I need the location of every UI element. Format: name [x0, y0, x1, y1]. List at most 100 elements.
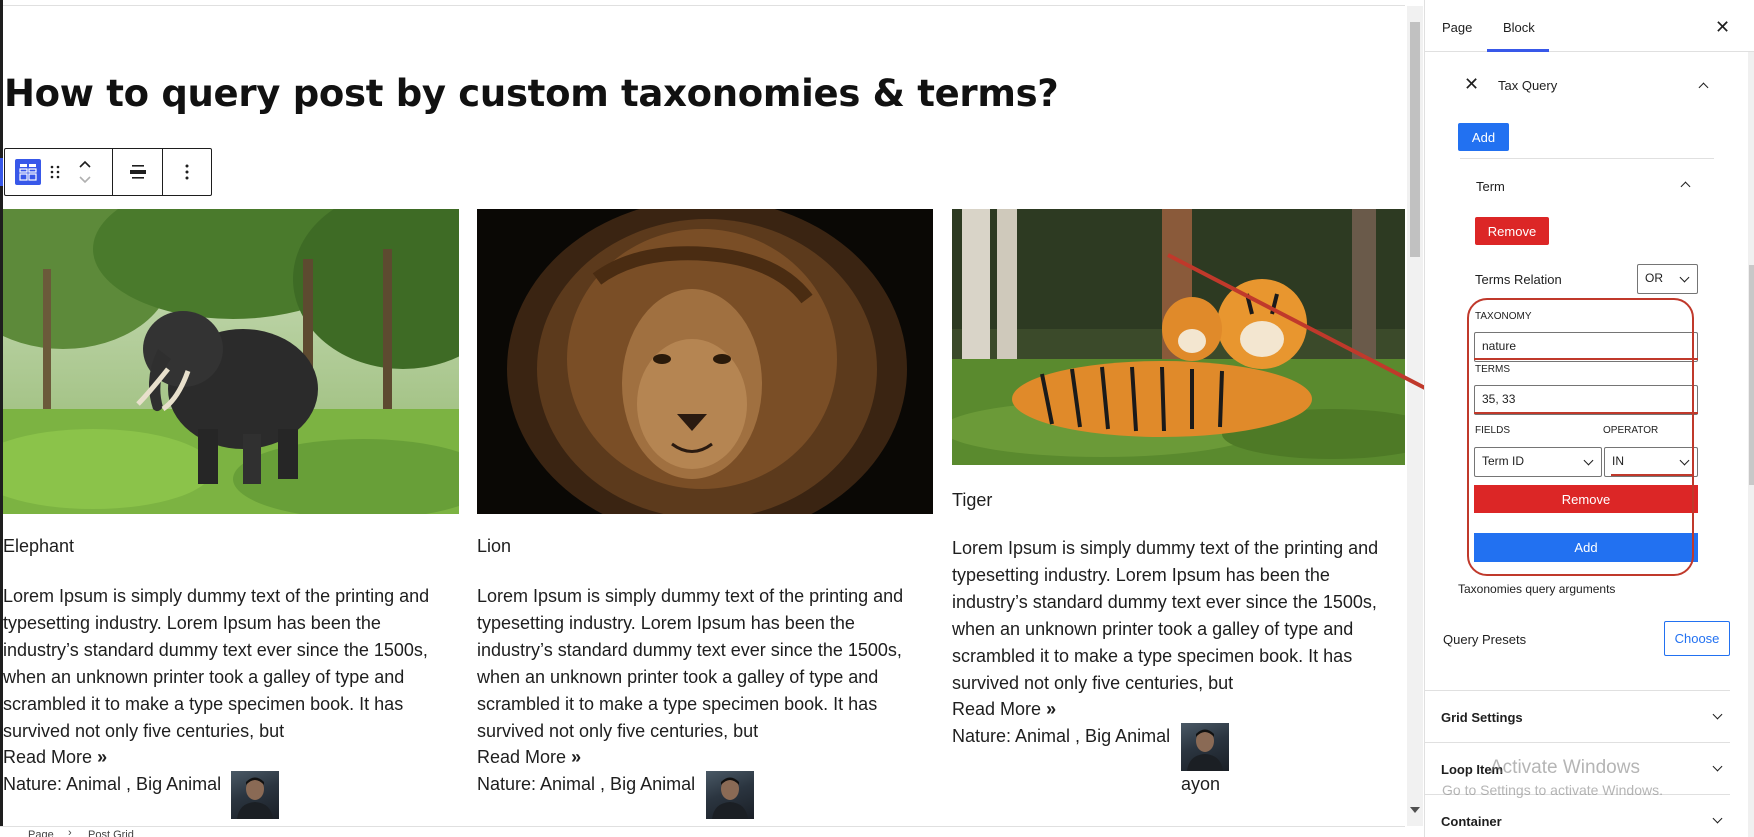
container-label: Container [1441, 814, 1502, 829]
block-toolbar [4, 148, 212, 196]
editor-canvas: How to query post by custom taxonomies &… [0, 0, 1405, 837]
excerpt-line: survived not only five centuries, but [952, 673, 1234, 693]
chevron-down-icon [1712, 761, 1723, 772]
double-chevron-right-icon: » [571, 747, 582, 767]
taxonomy-line-tiger: Nature: Animal , Big Animal [952, 726, 1171, 746]
fields-select[interactable]: Term ID [1474, 447, 1602, 477]
panel-grid-settings[interactable]: Grid Settings [1424, 690, 1730, 742]
post-excerpt-tiger: Lorem Ipsum is simply dummy text of the … [952, 535, 1405, 697]
terms-relation-value: OR [1645, 271, 1663, 285]
panel-container[interactable]: Container [1424, 794, 1730, 837]
excerpt-line: survived not only five centuries, but [3, 721, 285, 741]
toolbar-group-align [113, 149, 163, 195]
post-title-elephant[interactable]: Elephant [3, 536, 74, 557]
block-selection-indicator [0, 158, 3, 186]
read-more-label: Read More [3, 747, 93, 767]
term-label[interactable]: Term [1476, 179, 1505, 194]
terms-relation-select[interactable]: OR [1637, 264, 1698, 294]
chevron-down-icon [1712, 813, 1723, 824]
read-more-link-tiger[interactable]: Read More » [952, 699, 1056, 720]
read-more-link-lion[interactable]: Read More » [477, 747, 581, 768]
excerpt-line: when an unknown printer took a galley of… [477, 667, 879, 687]
drag-handle-icon[interactable] [41, 149, 69, 195]
fields-value: Term ID [1482, 454, 1524, 468]
breadcrumb-item-page[interactable]: Page [28, 829, 54, 837]
add-taxonomy-button[interactable]: Add [1474, 533, 1698, 562]
scroll-down-arrow-icon[interactable] [1410, 807, 1420, 813]
excerpt-line: typesetting industry. Lorem Ipsum has be… [952, 565, 1330, 585]
excerpt-line: when an unknown printer took a galley of… [952, 619, 1354, 639]
add-tax-query-button[interactable]: Add [1458, 123, 1509, 151]
canvas-top-border [0, 5, 1405, 6]
post-title[interactable]: How to query post by custom taxonomies &… [4, 72, 1059, 115]
avatar [706, 771, 754, 819]
sidebar-scrollbar-thumb[interactable] [1749, 265, 1754, 485]
post-image-elephant[interactable] [3, 209, 459, 514]
chevron-down-icon [1679, 272, 1690, 283]
post-excerpt-lion: Lorem Ipsum is simply dummy text of the … [477, 583, 933, 745]
read-more-label: Read More [477, 747, 567, 767]
excerpt-line: industry’s standard dummy text ever sinc… [3, 640, 428, 660]
chevron-up-icon[interactable] [1698, 82, 1709, 93]
excerpt-line: scrambled it to make a type specimen boo… [477, 694, 878, 714]
operator-underline [1611, 474, 1693, 476]
post-title-tiger[interactable]: Tiger [952, 490, 992, 511]
taxonomy-label: TAXONOMY [1475, 311, 1532, 322]
excerpt-line: Lorem Ipsum is simply dummy text of the … [477, 586, 904, 606]
post-excerpt-elephant: Lorem Ipsum is simply dummy text of the … [3, 583, 459, 745]
post-title-lion[interactable]: Lion [477, 536, 511, 557]
chevron-down-icon [1712, 709, 1723, 720]
canvas-scrollbar[interactable] [1407, 6, 1423, 826]
read-more-link-elephant[interactable]: Read More » [3, 747, 107, 768]
avatar [1181, 723, 1229, 771]
tab-page[interactable]: Page [1442, 20, 1472, 35]
operator-label: OPERATOR [1603, 425, 1659, 436]
read-more-label: Read More [952, 699, 1042, 719]
breadcrumb-item-post-grid[interactable]: Post Grid [88, 829, 134, 837]
close-icon[interactable]: ✕ [1464, 74, 1479, 95]
post-grid-icon[interactable] [15, 159, 41, 185]
double-chevron-right-icon: » [97, 747, 108, 767]
tab-block[interactable]: Block [1503, 20, 1535, 35]
align-icon[interactable] [113, 149, 162, 195]
tax-query-help-text: Taxonomies query arguments [1458, 582, 1616, 596]
move-up-down-icon[interactable] [69, 149, 101, 195]
choose-preset-button[interactable]: Choose [1664, 621, 1730, 656]
terms-relation-label: Terms Relation [1475, 272, 1562, 287]
terms-label: TERMS [1475, 364, 1510, 375]
breadcrumb: Page › Post Grid [0, 826, 1405, 837]
chevron-down-icon [1583, 455, 1594, 466]
divider [1460, 158, 1714, 159]
more-options-icon[interactable] [163, 149, 211, 195]
double-chevron-right-icon: » [1046, 699, 1057, 719]
post-image-lion[interactable] [477, 209, 933, 514]
canvas-scrollbar-thumb[interactable] [1410, 22, 1420, 257]
chevron-down-icon [1679, 455, 1690, 466]
excerpt-line: industry’s standard dummy text ever sinc… [952, 592, 1377, 612]
avatar [231, 771, 279, 819]
tax-query-header[interactable]: ✕ Tax Query [1460, 74, 1710, 98]
excerpt-line: when an unknown printer took a galley of… [3, 667, 405, 687]
close-icon[interactable]: ✕ [1715, 17, 1730, 38]
post-image-tiger[interactable] [952, 209, 1405, 465]
remove-taxonomy-button[interactable]: Remove [1474, 485, 1698, 513]
operator-select[interactable]: IN [1604, 447, 1698, 477]
excerpt-line: scrambled it to make a type specimen boo… [952, 646, 1353, 666]
chevron-right-icon: › [68, 827, 72, 837]
fields-label: FIELDS [1475, 425, 1511, 436]
query-presets-label: Query Presets [1443, 632, 1527, 647]
remove-term-button[interactable]: Remove [1475, 217, 1549, 245]
taxonomy-line-lion: Nature: Animal , Big Animal [477, 774, 696, 794]
terms-input[interactable]: 35, 33 [1474, 385, 1698, 415]
active-tab-indicator [1487, 49, 1549, 52]
author-name[interactable]: ayon [1181, 774, 1220, 795]
tax-query-label: Tax Query [1498, 78, 1558, 93]
excerpt-line: typesetting industry. Lorem Ipsum has be… [477, 613, 855, 633]
excerpt-line: industry’s standard dummy text ever sinc… [477, 640, 902, 660]
operator-value: IN [1612, 454, 1624, 468]
sidebar-tabs: Page Block ✕ [1425, 0, 1754, 52]
excerpt-line: Lorem Ipsum is simply dummy text of the … [952, 538, 1379, 558]
excerpt-line: scrambled it to make a type specimen boo… [3, 694, 404, 714]
taxonomy-underline [1474, 358, 1698, 360]
watermark-title: Activate Windows [1490, 757, 1640, 778]
